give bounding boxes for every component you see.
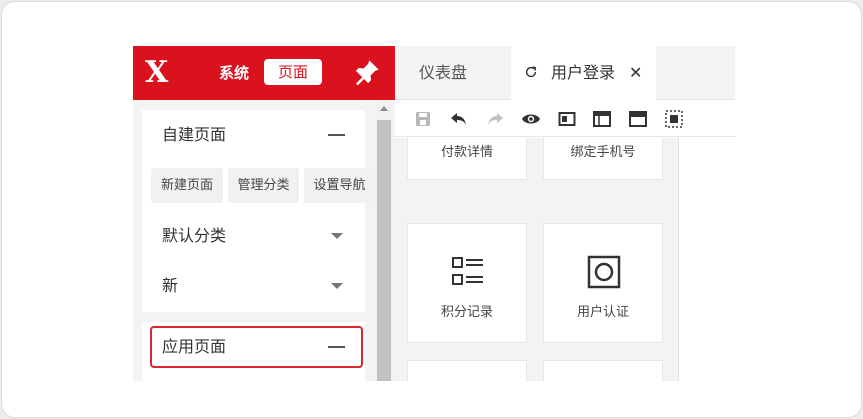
screenshot-card: X 系统 页面 自建页面 新建页面 管理分类 设置导航 默认分类 新 应用页面 … bbox=[1, 1, 862, 418]
sidebar-topbar: X 系统 页面 bbox=[133, 46, 395, 100]
component-tile-payment-details[interactable]: 付款详情 bbox=[407, 138, 527, 180]
close-icon[interactable]: ✕ bbox=[629, 62, 642, 84]
component-tile-bind-phone[interactable]: 绑定手机号 bbox=[543, 138, 663, 180]
component-tile-user-verification[interactable]: 用户认证 bbox=[543, 223, 663, 343]
highlight-box bbox=[150, 326, 363, 368]
tile-label: 绑定手机号 bbox=[570, 145, 636, 160]
component-canvas: 插入 付款详情 绑定手机号 bbox=[395, 138, 679, 381]
redo-icon[interactable] bbox=[485, 109, 505, 129]
undo-icon[interactable] bbox=[449, 109, 469, 129]
category-new[interactable]: 新 bbox=[142, 261, 365, 311]
custom-pages-header[interactable]: 自建页面 bbox=[142, 110, 365, 160]
category-label: 新 bbox=[162, 276, 179, 295]
custom-pages-panel: 自建页面 新建页面 管理分类 设置导航 默认分类 新 bbox=[142, 110, 375, 312]
preview-icon[interactable] bbox=[521, 109, 541, 129]
system-menu-label[interactable]: 系统 bbox=[219, 62, 249, 84]
tab-dashboard[interactable]: 仪表盘 bbox=[419, 62, 467, 84]
refresh-icon[interactable] bbox=[524, 64, 538, 84]
chevron-down-icon bbox=[331, 283, 343, 289]
tile-label: 付款详情 bbox=[440, 145, 493, 160]
category-label: 默认分类 bbox=[162, 226, 227, 245]
record-icon bbox=[586, 254, 622, 290]
collapse-icon[interactable] bbox=[328, 134, 345, 136]
main-area: 仪表盘 用户登录 ✕ 付款详情 绑定手机号 积分记录 用户认证 bbox=[395, 46, 735, 381]
tile-label: 积分记录 bbox=[440, 305, 493, 320]
save-icon[interactable] bbox=[413, 109, 433, 129]
table-icon[interactable] bbox=[592, 109, 612, 129]
header-icon[interactable] bbox=[628, 109, 648, 129]
scrollbar-thumb[interactable] bbox=[377, 120, 391, 381]
tile-label: 用户认证 bbox=[576, 305, 629, 320]
tab-label: 用户登录 bbox=[551, 63, 616, 82]
new-page-button[interactable]: 新建页面 bbox=[151, 168, 223, 203]
component-tile-points-record[interactable]: 积分记录 bbox=[407, 223, 527, 343]
component-tile[interactable] bbox=[543, 360, 663, 381]
editor-toolbar bbox=[395, 101, 735, 137]
scroll-up-icon[interactable] bbox=[380, 106, 388, 111]
page-menu-button[interactable]: 页面 bbox=[264, 59, 322, 85]
app-window: X 系统 页面 自建页面 新建页面 管理分类 设置导航 默认分类 新 应用页面 … bbox=[133, 46, 735, 381]
category-default[interactable]: 默认分类 bbox=[142, 211, 365, 261]
select-icon[interactable] bbox=[664, 109, 684, 129]
tab-user-login[interactable]: 用户登录 ✕ bbox=[511, 46, 656, 101]
layout-icon[interactable] bbox=[557, 109, 577, 129]
tab-bar: 仪表盘 用户登录 ✕ bbox=[395, 46, 735, 101]
set-navigation-button[interactable]: 设置导航 bbox=[304, 168, 375, 203]
chevron-down-icon bbox=[331, 233, 343, 239]
app-logo[interactable]: X bbox=[145, 54, 177, 92]
pin-icon[interactable] bbox=[353, 58, 381, 86]
component-tile[interactable] bbox=[407, 360, 527, 381]
list-icon bbox=[450, 254, 486, 290]
custom-pages-title: 自建页面 bbox=[162, 125, 227, 144]
manage-categories-button[interactable]: 管理分类 bbox=[228, 168, 299, 203]
sidebar-scrollbar[interactable] bbox=[376, 100, 392, 381]
